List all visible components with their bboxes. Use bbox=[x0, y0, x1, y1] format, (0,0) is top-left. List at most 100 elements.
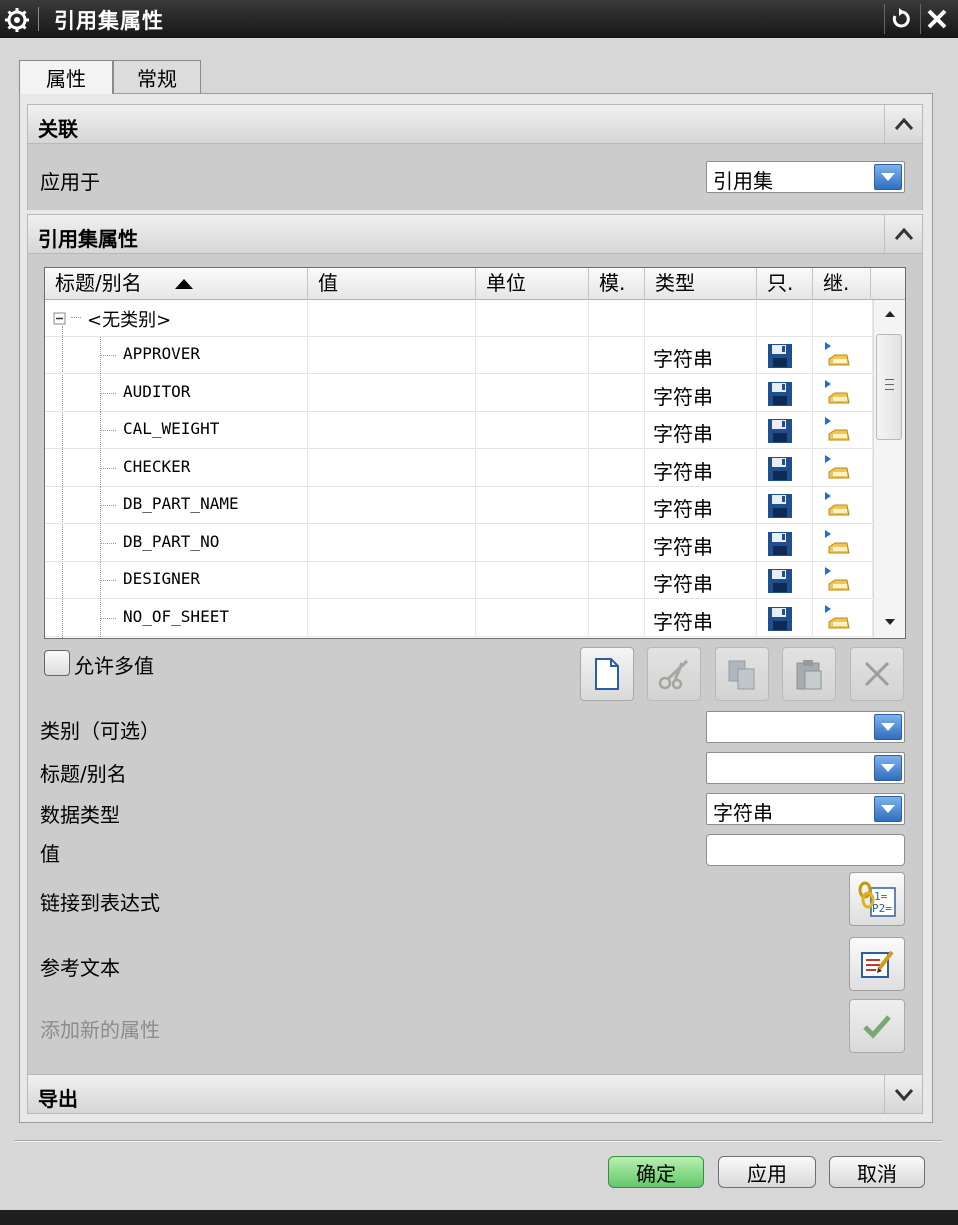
attribute-table[interactable]: 标题/别名 值 单位 模. 类型 只. 继. <无类别> APPROVER 字符串… bbox=[44, 267, 906, 639]
attribute-type: 字符串 bbox=[653, 572, 713, 596]
tree-branch bbox=[100, 355, 116, 356]
delete-icon bbox=[864, 661, 890, 687]
table-row[interactable]: DESIGNER 字符串 bbox=[45, 562, 873, 599]
save-disk-icon[interactable] bbox=[767, 456, 793, 482]
cancel-button[interactable]: 取消 bbox=[829, 1156, 925, 1188]
tree-branch bbox=[100, 392, 116, 394]
tree-guide bbox=[100, 337, 101, 374]
column-header-unit[interactable]: 单位 bbox=[476, 268, 589, 300]
table-row[interactable]: CHECKER 字符串 bbox=[45, 449, 873, 487]
ok-button[interactable]: 确定 bbox=[608, 1156, 704, 1188]
tree-guide bbox=[100, 412, 101, 449]
tree-branch bbox=[100, 580, 116, 581]
attribute-name: APPROVER bbox=[123, 344, 201, 363]
sort-ascending-icon bbox=[175, 279, 194, 289]
category-select[interactable] bbox=[706, 711, 905, 743]
inherit-icon[interactable] bbox=[821, 529, 851, 557]
column-header-readonly[interactable]: 只. bbox=[757, 268, 813, 300]
copy-button[interactable] bbox=[715, 647, 769, 701]
tree-guide bbox=[100, 599, 101, 637]
table-row-root[interactable]: <无类别> bbox=[45, 300, 873, 337]
tree-branch bbox=[100, 617, 116, 619]
column-header-mode[interactable]: 模. bbox=[589, 268, 645, 300]
collapse-attributes-button[interactable] bbox=[884, 215, 922, 253]
checkmark-icon bbox=[863, 1015, 891, 1039]
table-header: 标题/别名 值 单位 模. 类型 只. 继. bbox=[45, 268, 905, 300]
tree-guide bbox=[100, 487, 101, 524]
value-input[interactable] bbox=[706, 834, 905, 866]
delete-button[interactable] bbox=[850, 647, 904, 701]
tab-attributes[interactable]: 属性 bbox=[19, 60, 113, 94]
inherit-icon[interactable] bbox=[821, 341, 851, 369]
title-separator bbox=[38, 7, 39, 31]
attribute-type: 字符串 bbox=[653, 459, 713, 484]
table-row[interactable]: DB_PART_NAME 字符串 bbox=[45, 487, 873, 524]
save-disk-icon[interactable] bbox=[767, 606, 793, 632]
tree-guide-stub bbox=[71, 317, 81, 318]
footer-divider bbox=[14, 1140, 942, 1142]
save-disk-icon[interactable] bbox=[767, 531, 793, 557]
scroll-down-icon[interactable] bbox=[884, 618, 896, 626]
save-disk-icon[interactable] bbox=[767, 343, 793, 369]
save-disk-icon[interactable] bbox=[767, 493, 793, 519]
chevron-down-icon[interactable] bbox=[874, 796, 902, 822]
attribute-name: DESIGNER bbox=[123, 569, 201, 588]
apply-button[interactable]: 应用 bbox=[718, 1156, 816, 1188]
save-disk-icon[interactable] bbox=[767, 418, 793, 444]
close-icon bbox=[927, 9, 946, 29]
title-alias-select[interactable] bbox=[706, 752, 905, 784]
tree-guide bbox=[100, 374, 101, 412]
column-header-inherit[interactable]: 继. bbox=[813, 268, 871, 300]
inherit-icon[interactable] bbox=[821, 379, 851, 407]
attribute-type: 字符串 bbox=[653, 347, 713, 371]
paste-button[interactable] bbox=[782, 647, 836, 701]
vertical-scrollbar[interactable] bbox=[873, 300, 905, 638]
allow-multi-checkbox[interactable] bbox=[44, 650, 70, 676]
attribute-name: DB_PART_NAME bbox=[123, 494, 239, 513]
collapse-association-button[interactable] bbox=[884, 105, 922, 143]
attribute-type: 字符串 bbox=[653, 422, 713, 446]
attribute-name: NO_OF_SHEET bbox=[123, 606, 229, 626]
attributes-group-header[interactable]: 引用集属性 bbox=[27, 214, 923, 254]
cut-button[interactable] bbox=[647, 647, 701, 701]
inherit-icon[interactable] bbox=[821, 416, 851, 444]
window-title: 引用集属性 bbox=[54, 9, 164, 33]
close-button[interactable] bbox=[920, 4, 952, 34]
new-attribute-button[interactable] bbox=[580, 647, 634, 701]
inherit-icon[interactable] bbox=[821, 566, 851, 594]
table-row[interactable]: CAL_WEIGHT 字符串 bbox=[45, 412, 873, 449]
scroll-thumb[interactable] bbox=[876, 334, 902, 440]
inherit-icon[interactable] bbox=[821, 491, 851, 519]
column-header-value[interactable]: 值 bbox=[308, 268, 476, 300]
column-header-title[interactable]: 标题/别名 bbox=[45, 268, 308, 300]
collapse-node-icon[interactable] bbox=[53, 310, 69, 326]
table-row[interactable]: APPROVER 字符串 bbox=[45, 337, 873, 374]
inherit-icon[interactable] bbox=[821, 454, 851, 482]
tab-general[interactable]: 常规 bbox=[113, 60, 201, 94]
copy-icon bbox=[728, 660, 755, 690]
gear-icon[interactable] bbox=[4, 7, 30, 33]
table-row[interactable]: DB_PART_NO 字符串 bbox=[45, 524, 873, 562]
datatype-select[interactable]: 字符串 bbox=[706, 793, 905, 825]
export-group-header[interactable]: 导出 bbox=[27, 1074, 923, 1114]
add-new-attribute-button[interactable] bbox=[849, 999, 905, 1053]
save-disk-icon[interactable] bbox=[767, 568, 793, 594]
inherit-icon[interactable] bbox=[821, 604, 851, 632]
reference-text-button[interactable] bbox=[849, 937, 905, 991]
column-header-type[interactable]: 类型 bbox=[645, 268, 757, 300]
save-disk-icon[interactable] bbox=[767, 381, 793, 407]
chevron-down-icon[interactable] bbox=[874, 164, 902, 190]
apply-to-select[interactable]: 引用集 bbox=[706, 161, 905, 193]
table-row[interactable]: NO_OF_SHEET 字符串 bbox=[45, 599, 873, 637]
expand-export-button[interactable] bbox=[884, 1075, 922, 1113]
tree-branch bbox=[100, 542, 116, 544]
reset-button[interactable] bbox=[884, 4, 916, 34]
association-group-header[interactable]: 关联 bbox=[27, 104, 923, 144]
chevron-down-icon[interactable] bbox=[874, 714, 902, 740]
table-row[interactable]: AUDITOR 字符串 bbox=[45, 374, 873, 412]
scroll-up-icon[interactable] bbox=[884, 310, 896, 318]
chevron-down-icon[interactable] bbox=[874, 755, 902, 781]
paste-icon bbox=[796, 660, 822, 690]
link-expression-button[interactable]: 1= P2= bbox=[849, 872, 905, 926]
allow-multi-label: 允许多值 bbox=[74, 654, 154, 678]
